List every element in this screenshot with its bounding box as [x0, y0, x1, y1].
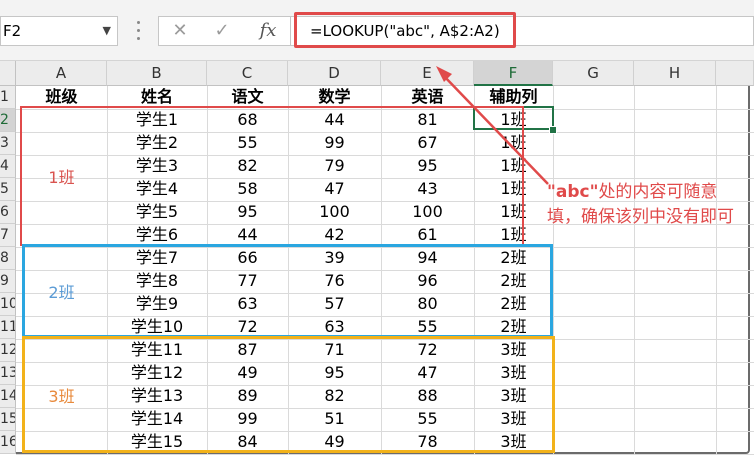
column-header-d[interactable]: D — [288, 61, 381, 86]
check-icon[interactable]: ✓ — [206, 16, 238, 46]
row-header-12[interactable]: 12 — [0, 339, 16, 362]
name-box-value: F2 — [3, 22, 22, 40]
chevron-down-icon[interactable]: ▼ — [103, 17, 111, 45]
row-header-8[interactable]: 8 — [0, 247, 16, 270]
gridline-horizontal — [16, 454, 754, 455]
close-icon[interactable]: ✕ — [164, 16, 196, 46]
class-group-label[interactable]: 2班 — [16, 282, 107, 304]
select-all-corner[interactable] — [0, 61, 16, 86]
row-header-15[interactable]: 15 — [0, 408, 16, 431]
row-header-2[interactable]: 2 — [0, 109, 16, 132]
row-header-9[interactable]: 9 — [0, 270, 16, 293]
column-header-f[interactable]: F — [474, 61, 553, 86]
header-cell[interactable]: 姓名 — [107, 86, 207, 108]
header-cell[interactable]: 英语 — [381, 86, 474, 108]
fill-handle[interactable] — [549, 126, 557, 134]
row-header-3[interactable]: 3 — [0, 132, 16, 155]
row-header-11[interactable]: 11 — [0, 316, 16, 339]
row-header-7[interactable]: 7 — [0, 224, 16, 247]
drag-handle-icon[interactable] — [134, 16, 142, 44]
column-header-g[interactable]: G — [553, 61, 634, 86]
row-header-14[interactable]: 14 — [0, 385, 16, 408]
column-header-b[interactable]: B — [107, 61, 207, 86]
column-header-a[interactable]: A — [16, 61, 107, 86]
header-cell[interactable]: 数学 — [288, 86, 381, 108]
row-header-4[interactable]: 4 — [0, 155, 16, 178]
column-header-filler — [716, 61, 754, 86]
formula-bar: F2 ▼ ✕ ✓ fx =LOOKUP("abc", A$2:A2) — [0, 0, 754, 61]
column-header-h[interactable]: H — [634, 61, 716, 86]
class-group-label[interactable]: 3班 — [16, 386, 107, 408]
row-header-13[interactable]: 13 — [0, 362, 16, 385]
header-cell[interactable]: 班级 — [16, 86, 107, 108]
annotation-highlight: "abc" — [547, 182, 599, 202]
fx-icon[interactable]: fx — [252, 16, 284, 46]
header-cell[interactable]: 辅助列 — [474, 86, 553, 108]
column-header-c[interactable]: C — [207, 61, 288, 86]
row-header-10[interactable]: 10 — [0, 293, 16, 316]
name-box[interactable]: F2 ▼ — [0, 16, 118, 46]
row-header-5[interactable]: 5 — [0, 178, 16, 201]
formula-highlight-box — [294, 12, 516, 48]
class-group-label[interactable]: 1班 — [16, 167, 107, 189]
row-header-16[interactable]: 16 — [0, 431, 16, 454]
column-header-e[interactable]: E — [381, 61, 474, 86]
row-header-6[interactable]: 6 — [0, 201, 16, 224]
annotation-text: "abc"处的内容可随意填，确保该列中没有即可 — [547, 180, 747, 230]
header-cell[interactable]: 语文 — [207, 86, 288, 108]
row-header-1[interactable]: 1 — [0, 86, 16, 109]
